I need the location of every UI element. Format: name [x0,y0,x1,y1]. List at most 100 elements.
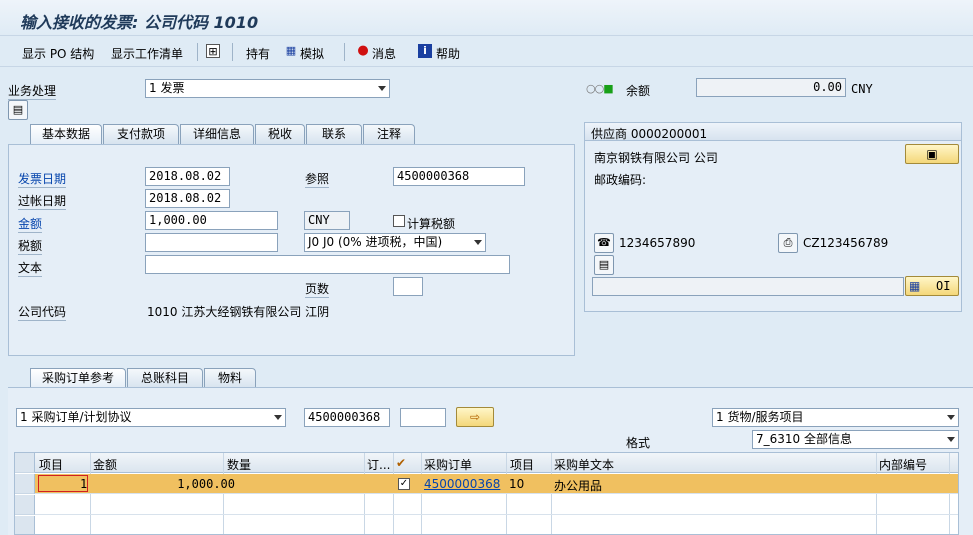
toolbar-separator [344,43,345,61]
row-po-text: 办公用品 [554,479,603,493]
tab-basic-data[interactable]: 基本数据 [30,124,102,144]
row-po-item: 10 [509,477,525,491]
calc-tax-checkbox[interactable] [393,215,405,227]
vendor-name: 南京钢铁有限公司 公司 [594,151,718,165]
table-row[interactable] [35,495,958,515]
phone-icon[interactable]: ☎ [594,233,614,253]
tab-po-reference[interactable]: 采购订单参考 [30,368,126,388]
table-icon: ▦ [909,279,921,293]
layout-value: 1 货物/服务项目 [716,410,804,424]
reference-type-value: 1 采购订单/计划协议 [20,410,132,424]
tax-amount-field[interactable] [145,233,278,252]
fax-icon[interactable]: ▤ [594,255,614,275]
posting-date-label: 过帐日期 [18,194,67,210]
toolbar-separator [232,43,233,61]
help-button[interactable]: 帮助 [436,45,460,62]
col-internal-number[interactable]: 内部编号 [879,456,927,473]
layout-dropdown[interactable]: 1 货物/服务项目 [712,408,959,427]
tab-details[interactable]: 详细信息 [180,124,254,144]
split-screen-icon[interactable]: ⊞ [206,44,220,58]
table-row[interactable] [35,516,958,534]
transaction-label: 业务处理 [8,84,57,100]
tab-tax[interactable]: 税收 [255,124,305,144]
invoice-date-field[interactable]: 2018.08.02 [145,167,230,186]
tax-code-dropdown[interactable]: J0 J0 (0% 进项税，中国) [304,233,486,252]
tax-label: 税额 [18,239,43,255]
amount-label: 金额 [18,217,43,233]
posting-date-field[interactable]: 2018.08.02 [145,189,230,208]
pages-field[interactable] [393,277,423,296]
simulate-icon[interactable]: ▦ [284,44,298,58]
tab-material[interactable]: 物料 [204,368,256,388]
col-select-icon[interactable]: ✔ [396,456,406,470]
application-toolbar: 显示 PO 结构 显示工作清单 ⊞ 持有 ▦ 模拟 ● 消息 i 帮助 [0,37,973,67]
balance-field: 0.00 [696,78,846,97]
col-po-text[interactable]: 采购单文本 [554,456,614,473]
row-selector[interactable] [15,516,35,534]
select-all-cell[interactable] [15,453,35,473]
tab-contact[interactable]: 联系 [306,124,362,144]
show-worklist-button[interactable]: 显示工作清单 [111,45,183,62]
col-po-item[interactable]: 项目 [510,456,534,473]
invoice-date-label: 发票日期 [18,172,67,188]
po-number-field[interactable]: 4500000368 [304,408,390,427]
pages-label: 页数 [305,282,330,298]
vendor-title: 供应商 0000200001 [591,127,708,141]
transaction-dropdown[interactable]: 1 发票 [145,79,390,98]
tab-notes[interactable]: 注释 [363,124,415,144]
chevron-down-icon [947,415,955,420]
row-checkbox[interactable]: ✓ [398,478,410,490]
help-icon[interactable]: i [418,44,432,58]
row-selector[interactable] [15,495,35,515]
hold-button[interactable]: 持有 [246,45,270,62]
chevron-down-icon [378,86,386,91]
col-po[interactable]: 采购订单 [424,456,472,473]
printer-icon[interactable]: ⎙ [778,233,798,253]
tax-code-value: J0 J0 (0% 进项税，中国) [308,235,443,249]
show-po-structure-button[interactable]: 显示 PO 结构 [22,45,94,62]
format-label: 格式 [626,436,651,450]
tab-gl-account[interactable]: 总账科目 [127,368,203,388]
open-items-button[interactable]: ▦ OI [905,276,959,296]
row-amount[interactable]: 1,000.00 [150,477,235,491]
currency-field: CNY [304,211,350,230]
vendor-tax-number: CZ123456789 [803,236,889,250]
po-items-table: 项目 金额 数量 订... ✔ 采购订单 项目 采购单文本 内部编号 1 1,0… [14,452,959,535]
reference-field[interactable]: 4500000368 [393,167,525,186]
chevron-down-icon [947,437,955,442]
chevron-down-icon [474,240,482,245]
row-selector[interactable] [15,474,35,494]
text-field[interactable] [145,255,510,274]
balance-currency: CNY [851,82,873,96]
vendor-info-field [592,277,904,296]
simulate-button[interactable]: 模拟 [300,45,324,62]
tab-payment[interactable]: 支付款项 [103,124,179,144]
reference-type-dropdown[interactable]: 1 采购订单/计划协议 [16,408,286,427]
row-item[interactable]: 1 [80,477,87,491]
reference-label: 参照 [305,172,330,188]
row-po-link[interactable]: 4500000368 [424,477,500,491]
calc-tax-label: 计算税额 [407,217,456,231]
messages-button[interactable]: 消息 [372,45,396,62]
format-dropdown[interactable]: 7_6310 全部信息 [752,430,959,449]
address-card-icon: ▣ [926,147,938,161]
col-item[interactable]: 项目 [39,456,63,473]
vendor-detail-button[interactable]: ▣ [905,144,959,164]
col-order-unit[interactable]: 订... [367,456,390,473]
transfer-arrow-icon[interactable]: ⇨ [456,407,494,427]
vendor-panel-header: 供应商 0000200001 [585,123,961,141]
col-quantity[interactable]: 数量 [227,456,251,473]
col-amount[interactable]: 金额 [93,456,117,473]
messages-icon[interactable]: ● [356,44,370,58]
text-label: 文本 [18,261,43,277]
toggle-header-icon[interactable]: ▤ [8,100,28,120]
table-row[interactable]: 1 1,000.00 ✓ 4500000368 10 办公用品 [35,474,958,494]
chevron-down-icon [274,415,282,420]
amount-field[interactable]: 1,000.00 [145,211,278,230]
window-title: 输入接收的发票: 公司代码 1010 [20,13,259,32]
po-item-field[interactable] [400,408,446,427]
vendor-phone: 1234657890 [619,236,696,250]
postal-code-label: 邮政编码: [594,173,647,187]
open-items-label: OI [936,279,951,293]
format-value: 7_6310 全部信息 [756,432,852,446]
